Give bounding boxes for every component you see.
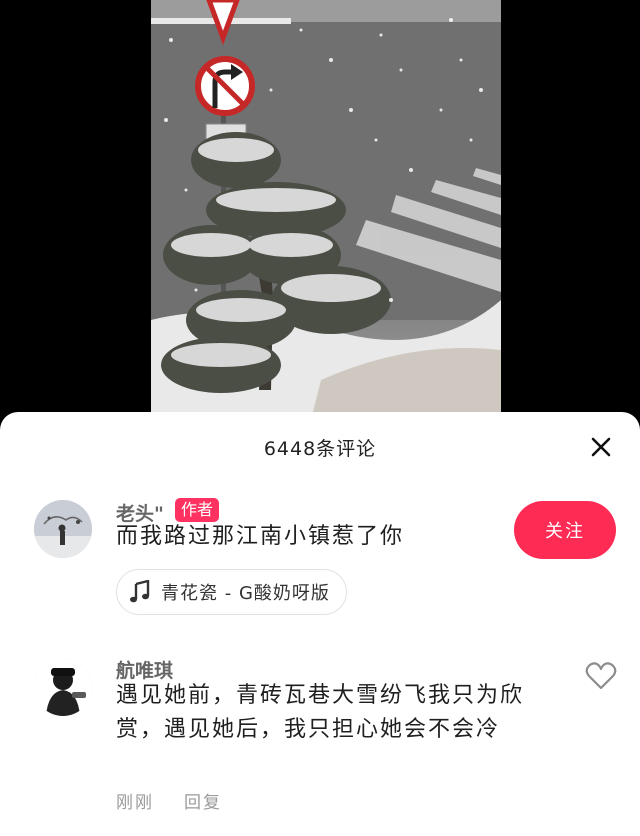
music-note-icon bbox=[130, 580, 150, 603]
music-chip[interactable]: 青花瓷 - G酸奶呀版 bbox=[116, 569, 347, 615]
comment-timestamp: 刚刚 bbox=[116, 793, 154, 813]
avatar-person-icon bbox=[34, 658, 92, 716]
comment-count-title: 6448条评论 bbox=[263, 438, 377, 460]
video-player[interactable] bbox=[0, 0, 640, 420]
author-badge: 作者 bbox=[175, 498, 220, 522]
comment-text: 遇见她前，青砖瓦巷大雪纷飞我只为欣赏，遇见她后，我只担心她会不会冷 bbox=[116, 683, 525, 742]
avatar[interactable] bbox=[34, 500, 92, 558]
video-frame-snow-scene[interactable] bbox=[151, 0, 501, 420]
follow-button[interactable]: 关注 bbox=[514, 501, 616, 559]
close-icon[interactable] bbox=[588, 434, 614, 460]
avatar-person-icon bbox=[34, 500, 92, 558]
heart-icon[interactable] bbox=[584, 659, 618, 693]
comment-text: 而我路过那江南小镇惹了你 bbox=[116, 524, 405, 549]
music-title: 青花瓷 - G酸奶呀版 bbox=[161, 583, 330, 604]
avatar[interactable] bbox=[34, 658, 92, 716]
reply-button[interactable]: 回复 bbox=[184, 788, 222, 813]
comment-sheet: 6448条评论 老头" 作者 而我路过那江南小镇惹了你 关注 青花瓷 - G酸奶… bbox=[0, 412, 640, 836]
snow-scene-illustration bbox=[151, 0, 501, 420]
comment-meta: 刚刚 回复 bbox=[116, 788, 222, 813]
